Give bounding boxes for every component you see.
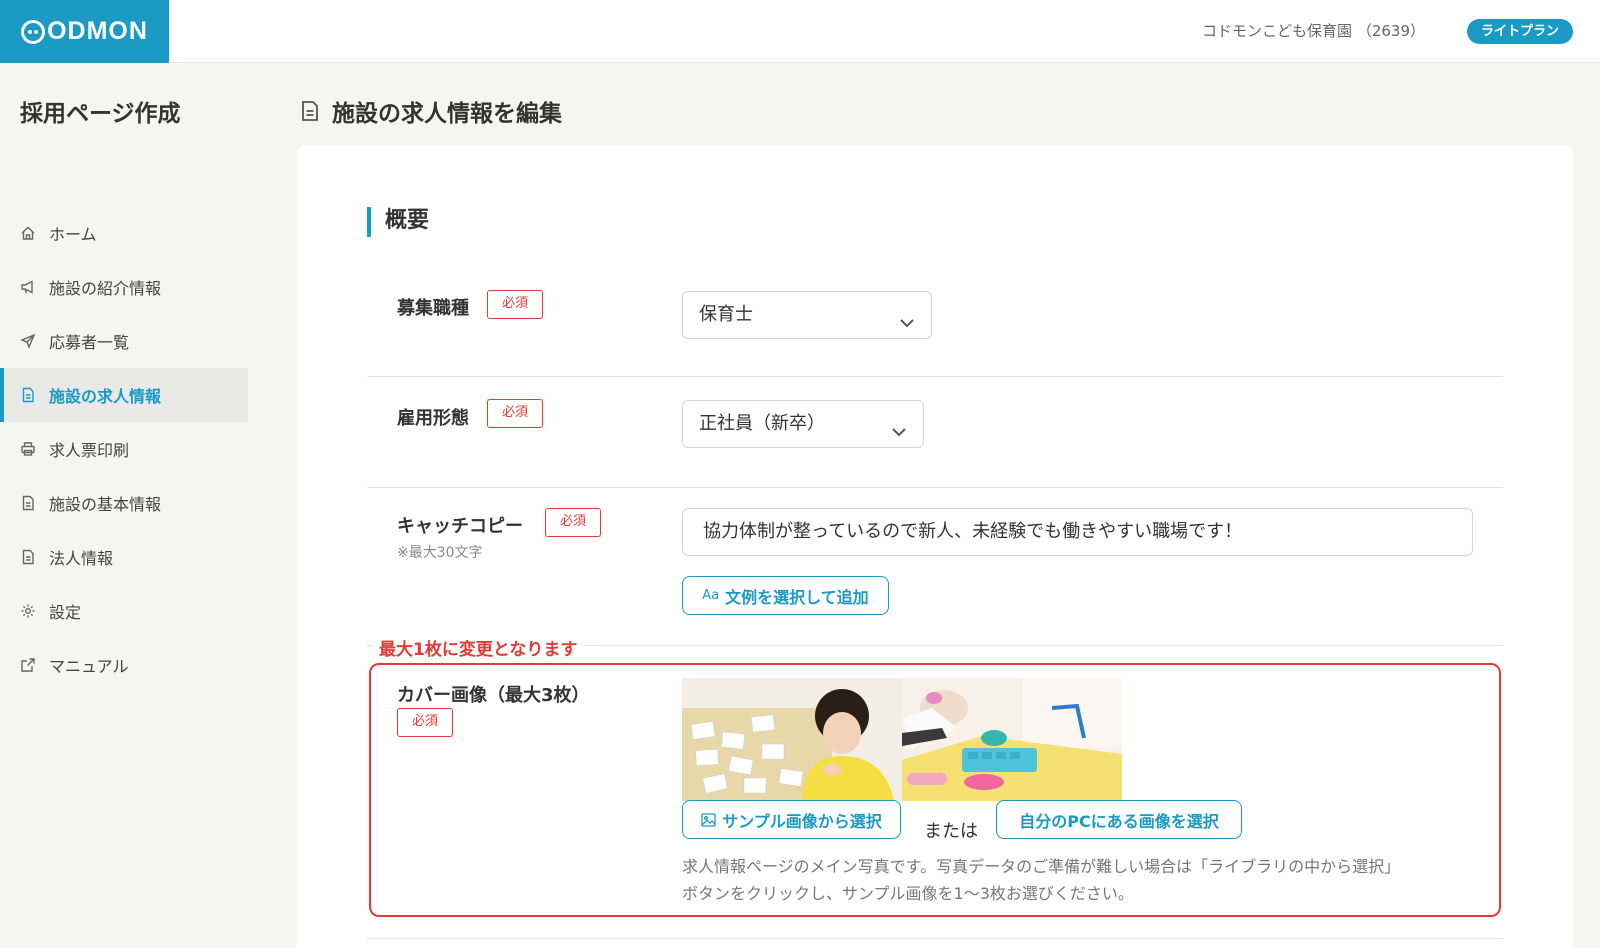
codmon-logo[interactable]: ODMON [0,0,169,63]
document-icon [20,549,36,565]
sidebar-item-print[interactable]: 求人票印刷 [0,422,248,476]
section-title: 概要 [367,207,429,237]
sidebar-title: 採用ページ作成 [20,101,181,127]
employment-type-value: 正社員（新卒） [699,413,825,434]
gear-icon [20,603,36,619]
job-type-select[interactable]: 保育士 [682,291,932,339]
sidebar-item-applicants[interactable]: 応募者一覧 [0,314,248,368]
catch-copy-input[interactable]: 協力体制が整っているので新人、未経験でも働きやすい職場です！ [682,508,1473,556]
cover-image-thumbnail[interactable] [682,678,902,801]
document-icon [300,100,320,122]
sidebar-item-label: 施設の基本情報 [49,495,162,514]
sidebar-item-label: マニュアル [49,657,129,676]
sidebar-item-label: 応募者一覧 [49,333,130,352]
document-icon [20,387,36,403]
home-icon [20,225,36,241]
page-title-text: 施設の求人情報を編集 [332,101,562,127]
cover-image-label: カバー画像（最大3枚） [397,685,590,706]
description-line: 求人情報ページのメイン写真です。写真データのご準備が難しい場合は「ライブラリの中… [682,857,1401,876]
facility-name: コドモンこども保育園 （2639） [1202,22,1425,40]
sample-image-label: サンプル画像から選択 [722,811,882,831]
sidebar-item-corporation[interactable]: 法人情報 [0,530,248,584]
description-line: ボタンをクリックし、サンプル画像を1〜3枚お選びください。 [682,884,1134,903]
row-divider [367,376,1503,377]
plan-badge: ライトプラン [1466,19,1573,44]
top-bar: ODMON コドモンこども保育園 （2639） ライトプラン [0,0,1600,63]
image-icon [701,812,716,827]
chevron-down-icon [889,414,909,437]
cover-image-notice: 最大1枚に変更となります [373,635,584,660]
sidebar-item-manual[interactable]: マニュアル [0,638,248,692]
catch-copy-hint: ※最大30文字 [397,545,483,561]
employment-type-label: 雇用形態 [397,408,469,429]
text-font-icon: Aa [702,588,720,603]
sidebar-item-label: ホーム [49,225,97,244]
employment-type-select[interactable]: 正社員（新卒） [682,400,924,448]
required-badge: 必須 [397,708,454,737]
sidebar-item-facility-intro[interactable]: 施設の紹介情報 [0,260,248,314]
sidebar-item-label: 求人票印刷 [49,441,130,460]
sidebar-item-label: 施設の紹介情報 [49,279,162,298]
logo-face-icon [21,19,46,44]
chevron-down-icon [897,305,917,328]
sidebar-item-job-info[interactable]: 施設の求人情報 [0,368,248,422]
logo-text: ODMON [47,17,148,45]
sidebar-item-label: 施設の求人情報 [49,387,162,406]
sidebar-item-basic-info[interactable]: 施設の基本情報 [0,476,248,530]
job-type-label: 募集職種 [397,298,469,319]
required-badge: 必須 [487,290,544,319]
job-type-value: 保育士 [699,304,753,325]
cover-image-thumbnail[interactable] [902,678,1122,801]
external-link-icon [20,657,36,673]
sidebar-item-home[interactable]: ホーム [0,206,248,260]
required-badge: 必須 [487,399,544,428]
catch-copy-label: キャッチコピー [397,516,523,537]
or-text: または [924,821,978,842]
document-icon [20,495,36,511]
page-title: 施設の求人情報を編集 [300,94,562,128]
required-badge: 必須 [545,508,602,537]
job-info-form-card: 概要 募集職種 必須 保育士 雇用形態 必須 正社員（新卒） キャッチコピー 必… [297,145,1573,948]
sidebar-item-label: 法人情報 [49,549,114,568]
pc-image-label: 自分のPCにある画像を選択 [1019,811,1219,831]
row-divider [367,938,1503,939]
sample-image-button[interactable]: サンプル画像から選択 [682,800,901,839]
select-example-label: 文例を選択して追加 [725,587,869,607]
sidebar-item-settings[interactable]: 設定 [0,584,248,638]
sidebar-nav: ホーム 施設の紹介情報 応募者一覧 施設の求人情報 求人票印刷 施設の基本情報 … [0,206,248,692]
select-example-button[interactable]: Aa 文例を選択して追加 [682,576,889,615]
cover-image-description: 求人情報ページのメイン写真です。写真データのご準備が難しい場合は「ライブラリの中… [682,853,1400,907]
send-icon [20,333,36,349]
printer-icon [20,441,36,457]
sidebar-item-label: 設定 [49,603,82,622]
pc-image-button[interactable]: 自分のPCにある画像を選択 [996,800,1242,839]
megaphone-icon [20,279,36,295]
sidebar: 採用ページ作成 ホーム 施設の紹介情報 応募者一覧 施設の求人情報 求人票印刷 … [0,64,248,948]
row-divider [367,487,1503,488]
